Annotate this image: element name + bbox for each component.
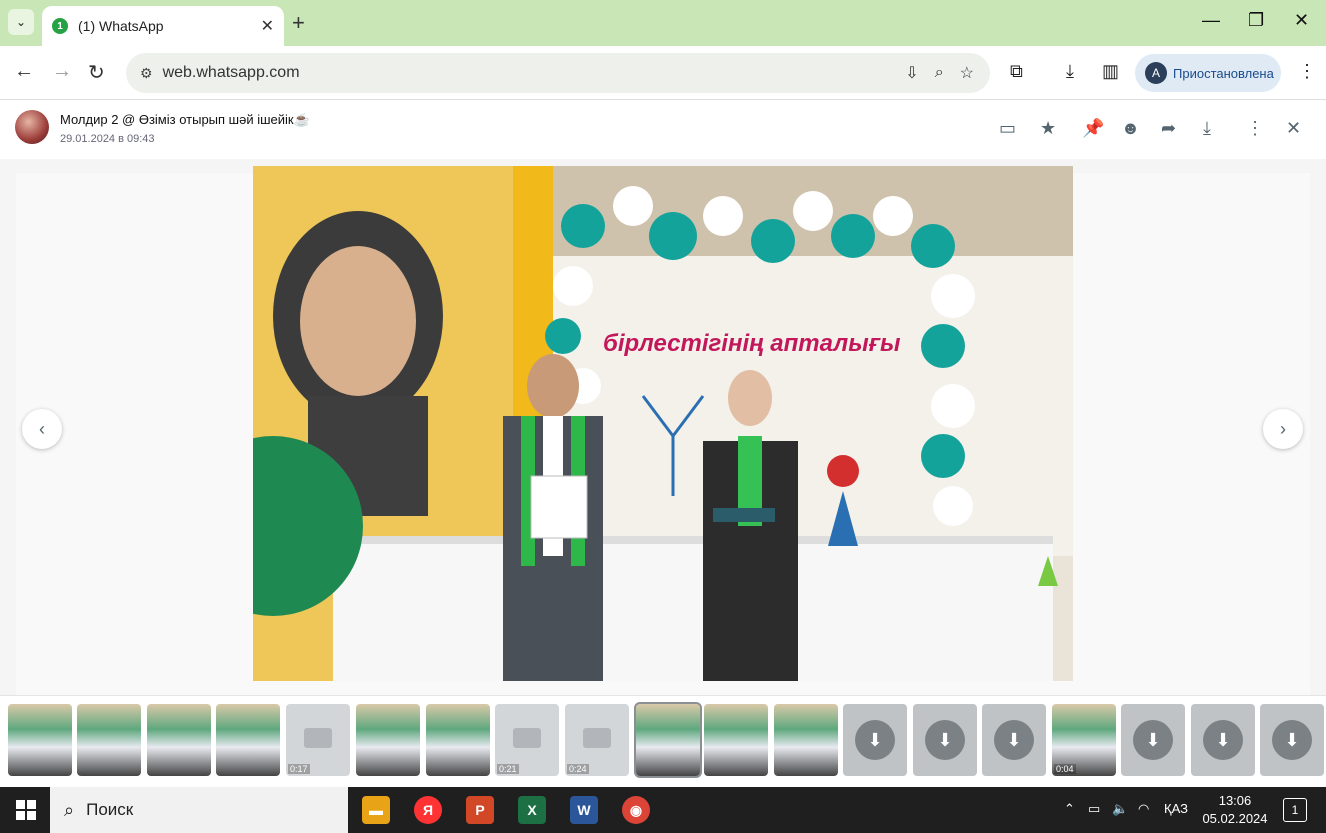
reload-button[interactable]: ↻ — [88, 60, 105, 85]
thumbnail[interactable] — [77, 704, 141, 776]
chrome-menu-icon[interactable]: ⋮ — [1298, 61, 1316, 82]
star-icon[interactable]: ★ — [1040, 118, 1056, 139]
profile-status: Приостановлена — [1173, 65, 1274, 81]
windows-taskbar: ⌕ Поиск ▬ Я P X W ◉ ⌃ ▭ 🔈 ◠ ҚАЗ 13:06 05… — [0, 787, 1326, 833]
notification-center-button[interactable]: 1 — [1283, 798, 1307, 822]
wifi-icon[interactable]: ◠ — [1138, 801, 1149, 817]
react-emoji-icon[interactable]: ☻ — [1121, 118, 1140, 139]
close-viewer-icon[interactable]: ✕ — [1286, 118, 1301, 139]
video-camera-icon — [304, 728, 332, 748]
volume-icon[interactable]: 🔈 — [1112, 801, 1128, 817]
site-settings-icon[interactable]: ⚙ — [140, 65, 153, 82]
event-photo-illustration: бірлестігінің апталығы — [253, 166, 1073, 681]
video-duration: 0:04 — [1054, 764, 1076, 774]
install-app-icon[interactable]: ⇩ — [905, 63, 918, 83]
thumbnail[interactable] — [8, 704, 72, 776]
download-arrow-icon: ⬇ — [1133, 720, 1173, 760]
tab-title: (1) WhatsApp — [78, 18, 164, 34]
back-button[interactable]: ← — [14, 60, 34, 83]
download-arrow-icon: ⬇ — [994, 720, 1034, 760]
download-arrow-icon: ⬇ — [855, 720, 895, 760]
minimize-button[interactable]: — — [1202, 10, 1220, 31]
forward-button[interactable]: → — [52, 60, 72, 83]
previous-media-button[interactable]: ‹ — [22, 409, 62, 449]
sender-avatar[interactable] — [15, 110, 49, 144]
thumbnail[interactable] — [426, 704, 490, 776]
excel-icon[interactable]: X — [518, 796, 546, 824]
new-tab-button[interactable]: + — [292, 10, 305, 36]
download-arrow-icon: ⬇ — [925, 720, 965, 760]
battery-icon[interactable]: ▭ — [1088, 801, 1100, 817]
media-viewer: Молдир 2 @ Өзіміз отырып шәй ішейік☕ 29.… — [0, 101, 1326, 783]
thumbnail-video[interactable]: 0:21 — [495, 704, 559, 776]
extensions-icon[interactable]: ⧉ — [1010, 61, 1023, 82]
pin-icon[interactable]: 📌 — [1082, 118, 1104, 139]
thumbnail[interactable] — [356, 704, 420, 776]
thumbnail[interactable] — [147, 704, 211, 776]
whatsapp-favicon-icon: 1 — [52, 18, 68, 34]
tab-strip: ⌄ 1 (1) WhatsApp ✕ + — ❐ ✕ — [0, 0, 1326, 46]
close-window-button[interactable]: ✕ — [1294, 10, 1309, 31]
thumbnail[interactable] — [774, 704, 838, 776]
forward-icon[interactable]: ➦ — [1161, 118, 1176, 139]
downloads-icon[interactable]: ⤓ — [1066, 61, 1074, 82]
browser-toolbar: ← → ↻ ⚙ web.whatsapp.com ⇩ ⌕ ☆ ⧉ ⤓ ▥ A П… — [0, 46, 1326, 100]
search-placeholder: Поиск — [86, 800, 134, 819]
powerpoint-icon[interactable]: P — [466, 796, 494, 824]
thumbnail-strip: 0:17 0:21 0:24 ⬇ ⬇ ⬇ 0:04 ⬇ ⬇ ⬇ — [0, 695, 1326, 783]
media-photo: бірлестігінің апталығы — [253, 166, 1073, 681]
tab-whatsapp[interactable]: 1 (1) WhatsApp ✕ — [42, 6, 284, 46]
clock-date: 05.02.2024 — [1202, 811, 1268, 826]
video-camera-icon — [583, 728, 611, 748]
video-duration: 0:17 — [288, 764, 310, 774]
profile-button[interactable]: A Приостановлена — [1135, 54, 1281, 92]
address-bar[interactable]: ⚙ web.whatsapp.com ⇩ ⌕ ☆ — [126, 53, 990, 93]
thumbnail-download[interactable]: ⬇ — [913, 704, 977, 776]
start-button[interactable] — [16, 800, 36, 820]
word-icon[interactable]: W — [570, 796, 598, 824]
thumbnail[interactable] — [216, 704, 280, 776]
video-camera-icon — [513, 728, 541, 748]
download-arrow-icon: ⬇ — [1272, 720, 1312, 760]
restore-button[interactable]: ❐ — [1248, 10, 1264, 31]
go-to-message-icon[interactable]: ▭ — [999, 118, 1016, 139]
url-text: web.whatsapp.com — [162, 64, 300, 81]
thumbnail-download[interactable]: ⬇ — [843, 704, 907, 776]
system-clock[interactable]: 13:06 05.02.2024 — [1200, 792, 1270, 828]
input-language[interactable]: ҚАЗ — [1164, 801, 1188, 816]
search-icon: ⌕ — [64, 799, 75, 820]
more-options-icon[interactable]: ⋮ — [1246, 118, 1264, 139]
thumbnail-download[interactable]: ⬇ — [982, 704, 1046, 776]
thumbnail-download[interactable]: ⬇ — [1121, 704, 1185, 776]
thumbnail-video[interactable]: 0:24 — [565, 704, 629, 776]
thumbnail-video[interactable]: 0:04 — [1052, 704, 1116, 776]
taskbar-search[interactable]: ⌕ Поиск — [50, 787, 348, 833]
photo-banner-text: бірлестігінің апталығы — [603, 330, 901, 357]
download-icon[interactable]: ⤓ — [1203, 118, 1211, 139]
bookmark-star-icon[interactable]: ☆ — [960, 63, 974, 83]
video-duration: 0:24 — [567, 764, 589, 774]
thumbnail-video[interactable]: 0:17 — [286, 704, 350, 776]
thumbnail[interactable] — [704, 704, 768, 776]
yandex-browser-icon[interactable]: Я — [414, 796, 442, 824]
avatar: A — [1145, 62, 1167, 84]
side-panel-icon[interactable]: ▥ — [1102, 61, 1119, 82]
tab-close-icon[interactable]: ✕ — [261, 16, 274, 36]
zoom-icon[interactable]: ⌕ — [935, 64, 944, 82]
tab-search-button[interactable]: ⌄ — [8, 9, 34, 35]
sender-name: Молдир 2 @ Өзіміз отырып шәй ішейік☕ — [60, 112, 310, 127]
viewer-header: Молдир 2 @ Өзіміз отырып шәй ішейік☕ 29.… — [0, 101, 1326, 159]
thumbnail-download[interactable]: ⬇ — [1191, 704, 1255, 776]
thumbnail-download[interactable]: ⬇ — [1260, 704, 1324, 776]
file-explorer-icon[interactable]: ▬ — [362, 796, 390, 824]
show-hidden-icons[interactable]: ⌃ — [1064, 801, 1075, 817]
video-duration: 0:21 — [497, 764, 519, 774]
next-media-button[interactable]: › — [1263, 409, 1303, 449]
clock-time: 13:06 — [1218, 793, 1252, 808]
thumbnail-selected[interactable] — [634, 702, 702, 778]
message-date: 29.01.2024 в 09:43 — [60, 133, 155, 145]
download-arrow-icon: ⬇ — [1203, 720, 1243, 760]
chrome-icon[interactable]: ◉ — [622, 796, 650, 824]
